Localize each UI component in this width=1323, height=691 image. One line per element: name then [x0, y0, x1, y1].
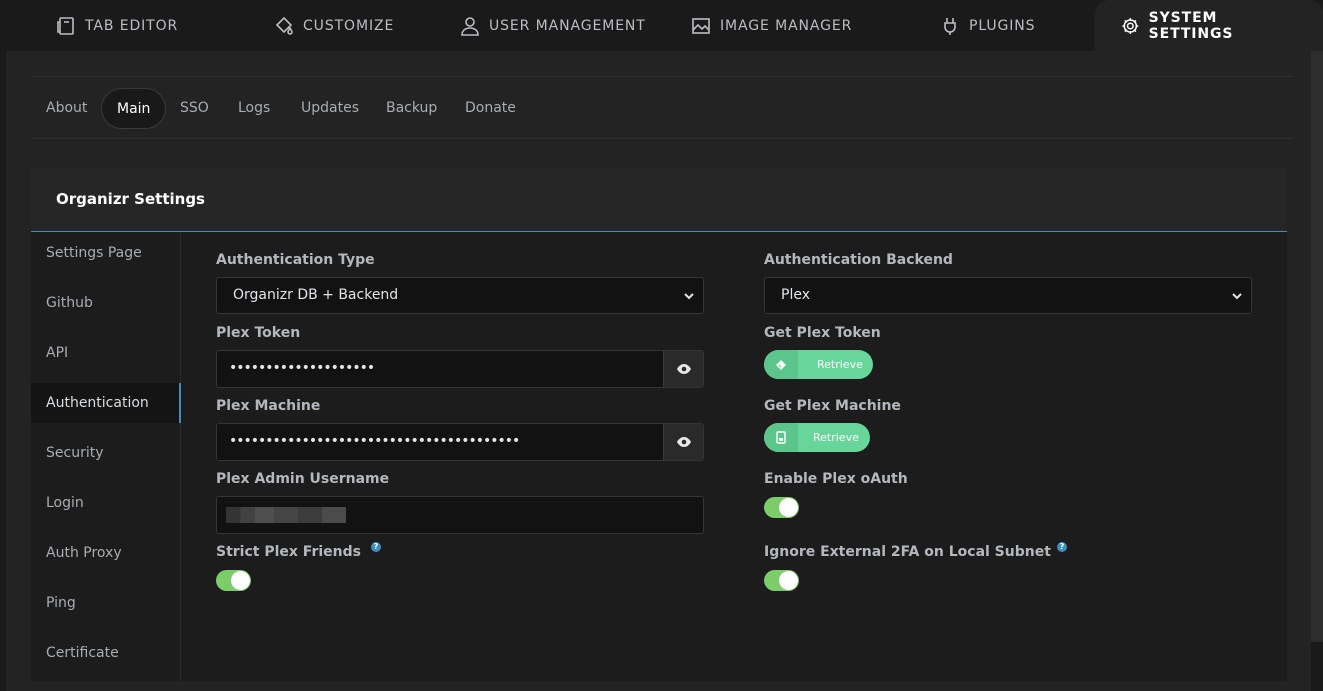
sub-tab-nav: About Main SSO Logs Updates Backup Donat… — [31, 76, 1293, 139]
side-item-auth-proxy[interactable]: Auth Proxy — [31, 533, 181, 573]
auth-backend-label: Authentication Backend — [764, 252, 953, 268]
subtab-sso[interactable]: SSO — [180, 88, 209, 129]
auth-backend-value: Plex — [781, 287, 810, 303]
side-item-settings-page[interactable]: Settings Page — [31, 233, 181, 273]
strict-plex-friends-label: Strict Plex Friends? — [216, 542, 381, 560]
enable-plex-oauth-toggle[interactable] — [764, 497, 799, 518]
plex-machine-label: Plex Machine — [216, 398, 321, 414]
plex-token-group: •••••••••••••••••••• — [216, 350, 704, 388]
plex-admin-username-label: Plex Admin Username — [216, 471, 390, 487]
plug-icon — [944, 17, 956, 35]
tab-user-management-label: USER MANAGEMENT — [489, 17, 646, 34]
tab-plugins-label: PLUGINS — [969, 17, 1036, 34]
side-item-login[interactable]: Login — [31, 483, 181, 523]
plex-token-reveal-button[interactable] — [663, 351, 703, 387]
card-title: Organizr Settings — [56, 190, 205, 208]
subtab-main[interactable]: Main — [101, 88, 167, 129]
plex-token-input[interactable]: •••••••••••••••••••• — [217, 351, 665, 387]
tab-plugins[interactable]: PLUGINS — [940, 0, 1035, 51]
subtab-backup[interactable]: Backup — [386, 88, 437, 129]
subtab-about[interactable]: About — [46, 88, 87, 129]
strict-plex-friends-toggle[interactable] — [216, 570, 251, 591]
tab-customize[interactable]: CUSTOMIZE — [274, 0, 394, 51]
plex-token-label: Plex Token — [216, 325, 301, 341]
help-icon[interactable]: ? — [371, 542, 381, 552]
side-item-security[interactable]: Security — [31, 433, 181, 473]
chevron-down-icon — [1232, 293, 1242, 300]
plex-machine-input[interactable]: •••••••••••••••••••••••••••••••••••••••• — [217, 424, 665, 460]
tab-image-manager[interactable]: IMAGE MANAGER — [691, 0, 852, 51]
plex-machine-group: •••••••••••••••••••••••••••••••••••••••• — [216, 423, 704, 461]
side-item-authentication[interactable]: Authentication — [31, 383, 181, 423]
tab-system-settings[interactable]: SYSTEM SETTINGS — [1095, 0, 1323, 51]
tab-editor[interactable]: TAB EDITOR — [56, 0, 178, 51]
eye-icon — [676, 437, 691, 447]
auth-type-select[interactable]: Organizr DB + Backend — [216, 277, 704, 314]
scrollbar-track[interactable] — [1311, 51, 1323, 642]
ticket-icon — [764, 350, 798, 379]
chevron-down-icon — [684, 293, 694, 300]
tab-system-settings-label: SYSTEM SETTINGS — [1148, 9, 1234, 42]
paint-bucket-icon — [275, 16, 293, 35]
side-item-certificate[interactable]: Certificate — [31, 633, 181, 673]
get-plex-token-label: Get Plex Token — [764, 325, 881, 341]
auth-type-label: Authentication Type — [216, 252, 375, 268]
auth-backend-select[interactable]: Plex — [764, 277, 1252, 314]
user-icon — [461, 16, 479, 36]
plex-admin-username-input[interactable] — [216, 496, 704, 534]
retrieve-plex-token-button[interactable]: Retrieve — [764, 350, 873, 379]
eye-icon — [676, 364, 691, 374]
redacted-username — [226, 507, 346, 523]
ignore-2fa-toggle[interactable] — [764, 570, 799, 591]
settings-side-menu: Settings Page Github API Authentication … — [31, 233, 181, 681]
retrieve-label: Retrieve — [817, 358, 863, 371]
gear-icon — [1122, 17, 1139, 34]
plex-machine-reveal-button[interactable] — [663, 424, 703, 460]
image-icon — [692, 17, 710, 34]
retrieve-label: Retrieve — [813, 431, 859, 444]
tab-customize-label: CUSTOMIZE — [303, 17, 395, 34]
side-item-api[interactable]: API — [31, 333, 181, 373]
tab-image-manager-label: IMAGE MANAGER — [720, 17, 853, 34]
auth-type-value: Organizr DB + Backend — [233, 287, 399, 303]
retrieve-plex-machine-button[interactable]: Retrieve — [764, 423, 870, 452]
card-header: Organizr Settings — [31, 169, 1287, 232]
subtab-donate[interactable]: Donate — [465, 88, 516, 129]
help-icon[interactable]: ? — [1056, 542, 1067, 552]
ignore-2fa-label: Ignore External 2FA on Local Subnet? — [764, 542, 1067, 560]
server-icon — [764, 423, 798, 452]
enable-plex-oauth-label: Enable Plex oAuth — [764, 471, 908, 487]
subtab-logs[interactable]: Logs — [238, 88, 270, 129]
side-item-github[interactable]: Github — [31, 283, 181, 323]
tab-user-management[interactable]: USER MANAGEMENT — [460, 0, 646, 51]
tab-icon — [57, 16, 74, 35]
side-item-ping[interactable]: Ping — [31, 583, 181, 623]
top-tab-bar: TAB EDITOR CUSTOMIZE USER MANAGEMENT IMA… — [0, 0, 1323, 51]
strict-plex-friends-text: Strict Plex Friends — [216, 544, 361, 560]
organizr-settings-card: Organizr Settings Settings Page Github A… — [31, 169, 1287, 681]
ignore-2fa-text: Ignore External 2FA on Local Subnet — [764, 544, 1051, 560]
tab-editor-label: TAB EDITOR — [85, 17, 179, 34]
subtab-updates[interactable]: Updates — [301, 88, 359, 129]
get-plex-machine-label: Get Plex Machine — [764, 398, 901, 414]
system-settings-panel: About Main SSO Logs Updates Backup Donat… — [6, 51, 1311, 691]
